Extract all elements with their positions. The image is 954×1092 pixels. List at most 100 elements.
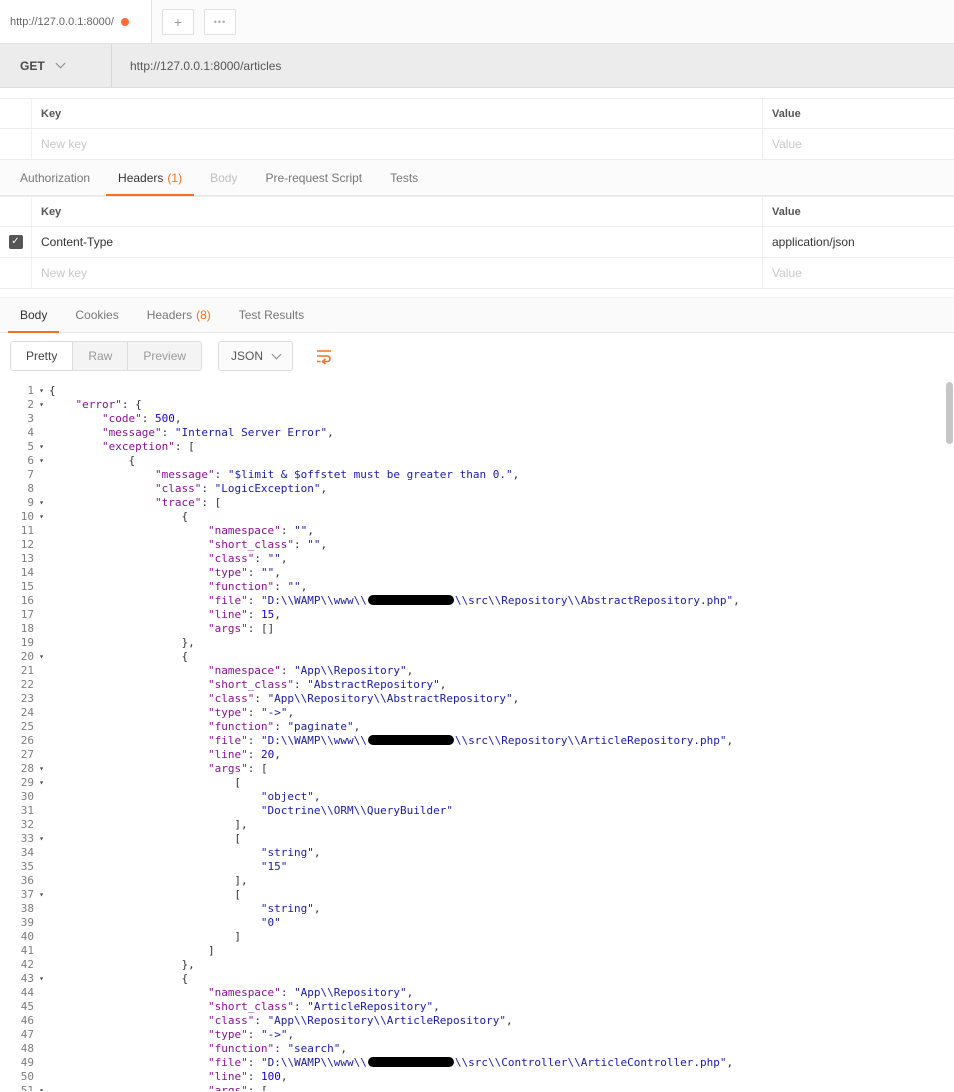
headers-new-value-input[interactable]	[772, 266, 954, 280]
fold-arrow-icon	[34, 846, 49, 860]
tab-test-results[interactable]: Test Results	[225, 298, 318, 332]
code-line: 7 "message": "$limit & $offstet must be …	[0, 468, 954, 482]
header-value-cell[interactable]: application/json	[762, 227, 954, 257]
fold-arrow-icon[interactable]: ▾	[34, 762, 49, 776]
code-line: 10 ▾ {	[0, 510, 954, 524]
new-tab-button[interactable]: +	[162, 8, 194, 35]
method-select[interactable]: GET	[0, 44, 112, 87]
pretty-button[interactable]: Pretty	[11, 342, 74, 370]
request-tab[interactable]: http://127.0.0.1:8000/	[0, 0, 152, 43]
line-number: 23	[20, 692, 34, 705]
fold-arrow-icon	[34, 748, 49, 762]
tab-response-headers[interactable]: Headers (8)	[133, 298, 225, 332]
fold-arrow-icon	[34, 426, 49, 440]
fold-arrow-icon[interactable]: ▾	[34, 888, 49, 902]
fold-arrow-icon[interactable]: ▾	[34, 650, 49, 664]
raw-button[interactable]: Raw	[73, 342, 129, 370]
fold-arrow-icon[interactable]: ▾	[34, 384, 49, 398]
code-line: 12 "short_class": "",	[0, 538, 954, 552]
code-line: 17 "line": 15,	[0, 608, 954, 622]
request-url-bar: GET http://127.0.0.1:8000/articles	[0, 44, 954, 88]
fold-arrow-icon	[34, 720, 49, 734]
fold-arrow-icon	[34, 874, 49, 888]
line-number: 41	[20, 944, 34, 957]
fold-arrow-icon[interactable]: ▾	[34, 776, 49, 790]
line-number: 26	[20, 734, 34, 747]
tab-body[interactable]: Body	[196, 160, 251, 195]
url-input[interactable]: http://127.0.0.1:8000/articles	[112, 44, 954, 87]
redacted-blob	[367, 735, 454, 745]
params-value-header: Value	[762, 99, 954, 128]
fold-arrow-icon[interactable]: ▾	[34, 1084, 49, 1091]
headers-value-header: Value	[762, 197, 954, 226]
params-header-row: Key Value	[0, 99, 954, 129]
headers-key-header: Key	[41, 205, 62, 218]
code-line: 49 "file": "D:\\WAMP\\www\\ \\src\\Contro…	[0, 1056, 954, 1070]
fold-arrow-icon	[34, 468, 49, 482]
line-number: 1	[27, 384, 34, 397]
headers-new-key-input[interactable]	[41, 266, 762, 280]
code-line: 5 ▾ "exception": [	[0, 440, 954, 454]
redacted-blob	[367, 595, 454, 605]
headers-header-row: Key Value	[0, 197, 954, 227]
line-number: 21	[20, 664, 34, 677]
fold-arrow-icon	[34, 1028, 49, 1042]
fold-arrow-icon[interactable]: ▾	[34, 832, 49, 846]
code-line: 45 "short_class": "ArticleRepository",	[0, 1000, 954, 1014]
line-number: 38	[20, 902, 34, 915]
fold-arrow-icon[interactable]: ▾	[34, 398, 49, 412]
line-number: 31	[20, 804, 34, 817]
header-key-cell[interactable]: Content-Type	[32, 227, 762, 257]
tab-headers[interactable]: Headers (1)	[104, 160, 196, 196]
fold-arrow-icon[interactable]: ▾	[34, 972, 49, 986]
code-line: 19 },	[0, 636, 954, 650]
code-line: 22 "short_class": "AbstractRepository",	[0, 678, 954, 692]
line-number: 47	[20, 1028, 34, 1041]
fold-arrow-icon	[34, 608, 49, 622]
line-number: 12	[20, 538, 34, 551]
headers-new-row	[0, 258, 954, 289]
line-number: 43	[20, 972, 34, 985]
more-tabs-button[interactable]: •••	[204, 8, 236, 35]
code-line: 48 "function": "search",	[0, 1042, 954, 1056]
language-select[interactable]: JSON	[218, 341, 294, 371]
checkbox-checked-icon[interactable]	[8, 235, 23, 249]
line-number: 46	[20, 1014, 34, 1027]
tab-response-body[interactable]: Body	[6, 298, 61, 333]
params-new-key-input[interactable]	[41, 137, 762, 151]
line-number: 10	[20, 510, 34, 523]
params-new-value-input[interactable]	[772, 137, 954, 151]
code-line: 46 "class": "App\\Repository\\ArticleRep…	[0, 1014, 954, 1028]
fold-arrow-icon[interactable]: ▾	[34, 510, 49, 524]
fold-arrow-icon	[34, 482, 49, 496]
scrollbar-thumb[interactable]	[946, 382, 953, 444]
line-number: 13	[20, 552, 34, 565]
tab-pre-request-script[interactable]: Pre-request Script	[251, 160, 376, 195]
code-line: 28 ▾ "args": [	[0, 762, 954, 776]
code-line: 27 "line": 20,	[0, 748, 954, 762]
response-headers-count-badge: (8)	[196, 308, 211, 322]
code-line: 20 ▾ {	[0, 650, 954, 664]
fold-arrow-icon	[34, 818, 49, 832]
code-line: 36 ],	[0, 874, 954, 888]
line-number: 35	[20, 860, 34, 873]
request-tabs: Authorization Headers (1) Body Pre-reque…	[0, 160, 954, 196]
line-number: 48	[20, 1042, 34, 1055]
tab-response-cookies[interactable]: Cookies	[61, 298, 132, 332]
wrap-lines-button[interactable]	[309, 341, 339, 371]
code-line: 15 "function": "",	[0, 580, 954, 594]
fold-arrow-icon[interactable]: ▾	[34, 454, 49, 468]
fold-arrow-icon	[34, 580, 49, 594]
line-number: 50	[20, 1070, 34, 1083]
line-number: 3	[27, 412, 34, 425]
tab-authorization[interactable]: Authorization	[6, 160, 104, 195]
code-line: 34 "string",	[0, 846, 954, 860]
fold-arrow-icon	[34, 902, 49, 916]
line-number: 29	[20, 776, 34, 789]
tab-tests[interactable]: Tests	[376, 160, 432, 195]
preview-button[interactable]: Preview	[128, 342, 202, 370]
line-number: 8	[27, 482, 34, 495]
fold-arrow-icon[interactable]: ▾	[34, 440, 49, 454]
line-number: 40	[20, 930, 34, 943]
fold-arrow-icon[interactable]: ▾	[34, 496, 49, 510]
